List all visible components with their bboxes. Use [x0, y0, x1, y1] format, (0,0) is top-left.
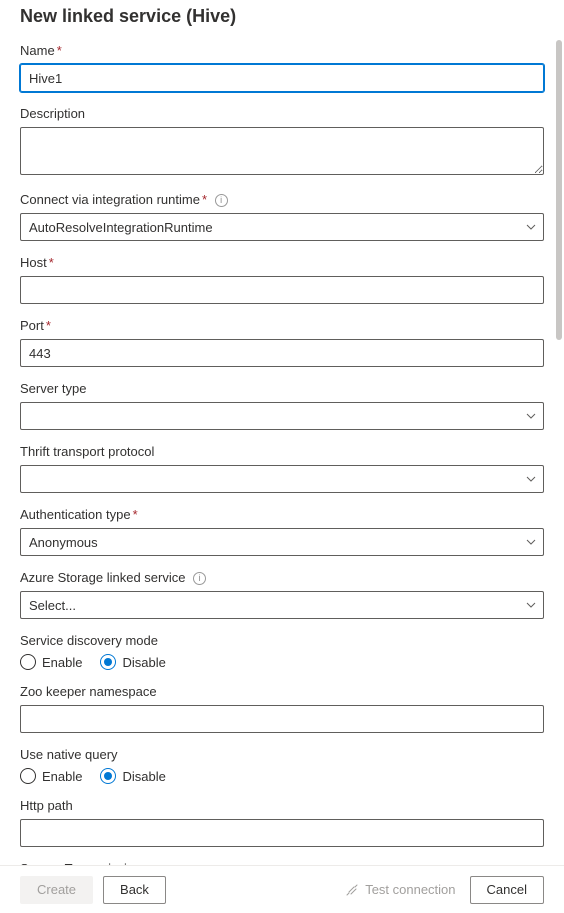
- server-type-label: Server type: [20, 381, 544, 396]
- storage-select[interactable]: [20, 591, 544, 619]
- description-label: Description: [20, 106, 544, 121]
- zookeeper-input[interactable]: [20, 705, 544, 733]
- native-label: Use native query: [20, 747, 544, 762]
- test-connection-button[interactable]: Test connection: [345, 882, 455, 897]
- runtime-label: Connect via integration runtime* i: [20, 192, 544, 207]
- radio-label: Enable: [42, 655, 82, 670]
- radio-label: Enable: [42, 769, 82, 784]
- footer-bar: Create Back Test connection Cancel: [0, 865, 564, 913]
- plug-icon: [345, 883, 359, 897]
- back-button[interactable]: Back: [103, 876, 166, 904]
- radio-label: Disable: [122, 769, 165, 784]
- port-label: Port*: [20, 318, 544, 333]
- discovery-label: Service discovery mode: [20, 633, 544, 648]
- host-label: Host*: [20, 255, 544, 270]
- server-type-select[interactable]: [20, 402, 544, 430]
- storage-label: Azure Storage linked service i: [20, 570, 544, 585]
- httppath-label: Http path: [20, 798, 544, 813]
- auth-label: Authentication type*: [20, 507, 544, 522]
- name-input[interactable]: [20, 64, 544, 92]
- auth-select[interactable]: [20, 528, 544, 556]
- port-input[interactable]: [20, 339, 544, 367]
- radio-label: Disable: [122, 655, 165, 670]
- create-button[interactable]: Create: [20, 876, 93, 904]
- discovery-disable-radio[interactable]: Disable: [100, 654, 165, 670]
- cancel-button[interactable]: Cancel: [470, 876, 544, 904]
- native-disable-radio[interactable]: Disable: [100, 768, 165, 784]
- native-enable-radio[interactable]: Enable: [20, 768, 82, 784]
- page-title: New linked service (Hive): [20, 6, 544, 27]
- test-connection-label: Test connection: [365, 882, 455, 897]
- description-input[interactable]: [20, 127, 544, 175]
- scrollbar-thumb[interactable]: [556, 40, 562, 340]
- discovery-enable-radio[interactable]: Enable: [20, 654, 82, 670]
- runtime-select[interactable]: [20, 213, 544, 241]
- info-icon: i: [215, 194, 228, 207]
- zookeeper-label: Zoo keeper namespace: [20, 684, 544, 699]
- thrift-select[interactable]: [20, 465, 544, 493]
- httppath-input[interactable]: [20, 819, 544, 847]
- host-input[interactable]: [20, 276, 544, 304]
- name-label: Name*: [20, 43, 544, 58]
- info-icon: i: [193, 572, 206, 585]
- thrift-label: Thrift transport protocol: [20, 444, 544, 459]
